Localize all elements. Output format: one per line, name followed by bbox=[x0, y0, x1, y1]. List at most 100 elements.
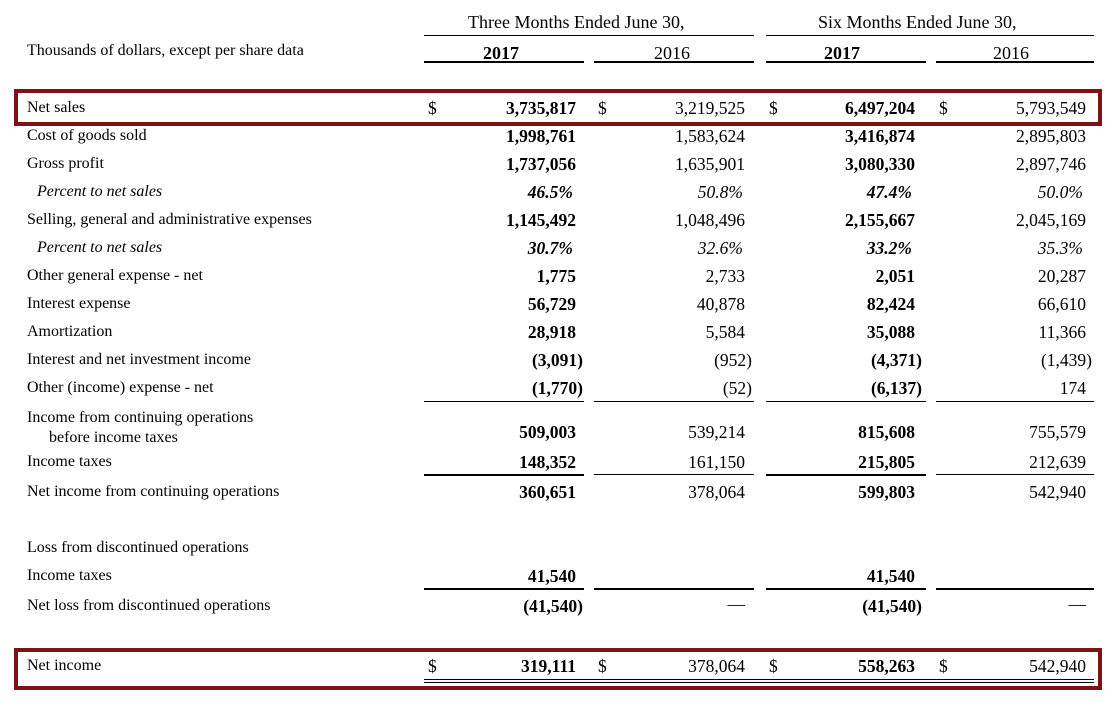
row-label-gross-profit: Gross profit bbox=[27, 155, 104, 172]
cell-sga-pct-c2: 32.6% bbox=[697, 238, 743, 258]
cell-investment-income-c3: (4,371) bbox=[870, 350, 922, 370]
cell-income-taxes-c3: 215,805 bbox=[858, 452, 915, 472]
cell-cogs-c1: 1,998,761 bbox=[506, 126, 576, 146]
row-label-cogs: Cost of goods sold bbox=[27, 127, 147, 144]
subtotal-rule bbox=[424, 474, 584, 476]
cell-gross-margin-c4: 50.0% bbox=[1037, 182, 1083, 202]
total-rule-bottom bbox=[424, 682, 1094, 683]
year-rule-col3 bbox=[766, 61, 926, 63]
cell-investment-income-c2: (952) bbox=[714, 350, 752, 370]
cell-other-general-c1: 1,775 bbox=[536, 266, 576, 286]
row-label-sga: Selling, general and administrative expe… bbox=[27, 211, 312, 228]
cell-pretax-c3: 815,608 bbox=[858, 422, 915, 442]
cell-other-income-c1: (1,770) bbox=[531, 378, 583, 398]
units-label: Thousands of dollars, except per share d… bbox=[27, 42, 304, 59]
year-col4: 2016 bbox=[993, 43, 1029, 63]
dollar-sign: $ bbox=[598, 98, 607, 118]
cell-sga-c3: 2,155,667 bbox=[845, 210, 915, 230]
cell-continuing-net-c2: 378,064 bbox=[688, 482, 745, 502]
row-label-investment-income: Interest and net investment income bbox=[27, 351, 251, 368]
cell-gross-margin-c3: 47.4% bbox=[866, 182, 912, 202]
cell-gross-margin-c2: 50.8% bbox=[697, 182, 743, 202]
subtotal-rule bbox=[594, 474, 754, 475]
cell-discontinued-net-c2-dash: — bbox=[727, 594, 746, 614]
row-label-gross-margin: Percent to net sales bbox=[37, 183, 163, 200]
dollar-sign: $ bbox=[428, 656, 437, 676]
year-rule-col2 bbox=[594, 61, 754, 63]
dollar-sign: $ bbox=[598, 656, 607, 676]
year-col2: 2016 bbox=[654, 43, 690, 63]
cell-amortization-c4: 11,366 bbox=[1038, 322, 1086, 342]
cell-sga-pct-c3: 33.2% bbox=[866, 238, 912, 258]
row-label-discontinued-net: Net loss from discontinued operations bbox=[27, 597, 271, 614]
cell-discontinued-taxes-c3: 41,540 bbox=[866, 566, 915, 586]
total-rule-top bbox=[424, 679, 1094, 680]
cell-other-income-c3: (6,137) bbox=[870, 378, 922, 398]
year-col1: 2017 bbox=[483, 43, 519, 63]
cell-gross-profit-c3: 3,080,330 bbox=[845, 154, 915, 174]
row-label-amortization: Amortization bbox=[27, 323, 113, 340]
cell-net-sales-c4: 5,793,549 bbox=[1016, 98, 1086, 118]
header-rule-three bbox=[424, 35, 754, 36]
cell-net-income-c1: 319,111 bbox=[521, 656, 576, 676]
cell-sga-pct-c1: 30.7% bbox=[527, 238, 573, 258]
cell-investment-income-c4: (1,439) bbox=[1040, 350, 1092, 370]
cell-pretax-c1: 509,003 bbox=[519, 422, 576, 442]
year-rule-col4 bbox=[936, 61, 1094, 63]
cell-net-sales-c3: 6,497,204 bbox=[845, 98, 915, 118]
cell-gross-profit-c1: 1,737,056 bbox=[506, 154, 576, 174]
dollar-sign: $ bbox=[428, 98, 437, 118]
row-label-discontinued-taxes: Income taxes bbox=[27, 567, 112, 584]
cell-interest-expense-c2: 40,878 bbox=[696, 294, 745, 314]
row-label-other-general: Other general expense - net bbox=[27, 267, 203, 284]
year-col3: 2017 bbox=[824, 43, 860, 63]
dollar-sign: $ bbox=[939, 656, 948, 676]
cell-other-general-c2: 2,733 bbox=[705, 266, 745, 286]
subtotal-rule bbox=[766, 401, 926, 402]
cell-continuing-net-c3: 599,803 bbox=[858, 482, 915, 502]
cell-income-taxes-c4: 212,639 bbox=[1029, 452, 1086, 472]
period-six-months: Six Months Ended June 30, bbox=[818, 12, 1017, 32]
cell-cogs-c4: 2,895,803 bbox=[1016, 126, 1086, 146]
dollar-sign: $ bbox=[939, 98, 948, 118]
cell-cogs-c3: 3,416,874 bbox=[845, 126, 915, 146]
subtotal-rule bbox=[424, 401, 584, 402]
cell-net-income-c3: 558,263 bbox=[858, 656, 915, 676]
cell-cogs-c2: 1,583,624 bbox=[675, 126, 745, 146]
subtotal-rule bbox=[594, 588, 754, 590]
cell-other-income-c2: (52) bbox=[722, 378, 752, 398]
cell-amortization-c2: 5,584 bbox=[705, 322, 745, 342]
cell-net-income-c4: 542,940 bbox=[1029, 656, 1086, 676]
row-label-discontinued-header: Loss from discontinued operations bbox=[27, 539, 249, 556]
cell-investment-income-c1: (3,091) bbox=[531, 350, 583, 370]
row-label-sga-pct: Percent to net sales bbox=[37, 239, 163, 256]
cell-continuing-net-c4: 542,940 bbox=[1029, 482, 1086, 502]
cell-sga-pct-c4: 35.3% bbox=[1037, 238, 1083, 258]
cell-net-sales-c2: 3,219,525 bbox=[675, 98, 745, 118]
cell-gross-profit-c4: 2,897,746 bbox=[1016, 154, 1086, 174]
subtotal-rule bbox=[424, 588, 584, 590]
row-label-net-sales: Net sales bbox=[27, 99, 86, 116]
subtotal-rule bbox=[936, 474, 1094, 475]
subtotal-rule bbox=[936, 588, 1094, 590]
row-label-continuing-net: Net income from continuing operations bbox=[27, 483, 280, 500]
cell-amortization-c3: 35,088 bbox=[866, 322, 915, 342]
period-three-months: Three Months Ended June 30, bbox=[468, 12, 685, 32]
cell-discontinued-net-c3: (41,540) bbox=[862, 596, 922, 616]
subtotal-rule bbox=[594, 401, 754, 402]
cell-income-taxes-c2: 161,150 bbox=[688, 452, 745, 472]
cell-sga-c4: 2,045,169 bbox=[1016, 210, 1086, 230]
cell-continuing-net-c1: 360,651 bbox=[519, 482, 576, 502]
subtotal-rule bbox=[766, 474, 926, 476]
cell-net-income-c2: 378,064 bbox=[688, 656, 745, 676]
income-statement: Three Months Ended June 30, Six Months E… bbox=[0, 0, 1116, 709]
row-label-other-income: Other (income) expense - net bbox=[27, 379, 214, 396]
header-rule-six bbox=[766, 35, 1094, 36]
cell-discontinued-net-c4-dash: — bbox=[1068, 594, 1087, 614]
cell-pretax-c2: 539,214 bbox=[688, 422, 745, 442]
subtotal-rule bbox=[936, 401, 1094, 402]
row-label-pretax-line2: before income taxes bbox=[49, 429, 178, 446]
cell-discontinued-net-c1: (41,540) bbox=[523, 596, 583, 616]
row-label-pretax-line1: Income from continuing operations bbox=[27, 409, 254, 426]
dollar-sign: $ bbox=[769, 98, 778, 118]
